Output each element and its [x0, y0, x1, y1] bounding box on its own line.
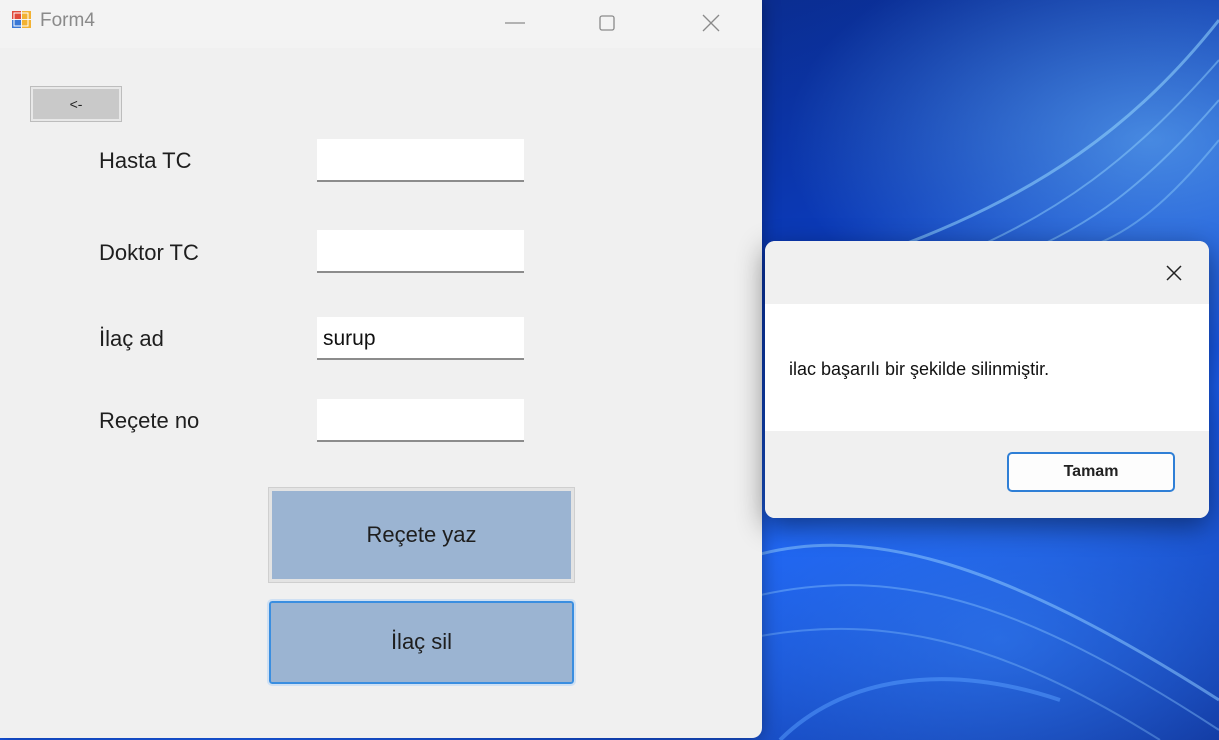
window-title: Form4 [40, 10, 95, 31]
recete-no-label: Reçete no [99, 408, 200, 433]
message-box-header [765, 241, 1209, 304]
back-button[interactable]: <- [30, 86, 122, 122]
ilac-ad-input[interactable]: surup [317, 317, 524, 360]
close-icon[interactable] [696, 8, 726, 38]
form-app-icon [12, 11, 31, 28]
tamam-button[interactable]: Tamam [1007, 452, 1175, 492]
recete-yaz-button[interactable]: Reçete yaz [268, 487, 575, 583]
title-bar[interactable]: Form4 [0, 0, 762, 48]
hasta-tc-label: Hasta TC [99, 148, 192, 173]
maximize-icon[interactable] [592, 8, 622, 38]
minimize-icon[interactable] [500, 8, 530, 38]
doktor-tc-label: Doktor TC [99, 240, 199, 265]
message-box-body: ilac başarılı bir şekilde silinmiştir. [765, 304, 1209, 431]
ilac-sil-button[interactable]: İlaç sil [267, 599, 576, 686]
ilac-ad-label: İlaç ad [99, 326, 164, 351]
recete-no-input[interactable] [317, 399, 524, 442]
message-box-dialog: ilac başarılı bir şekilde silinmiştir. T… [765, 241, 1209, 518]
form4-window: Form4 <- Hasta TC Doktor TC İlaç ad suru… [0, 0, 762, 738]
message-box-footer: Tamam [765, 431, 1209, 518]
close-icon[interactable] [1162, 261, 1186, 285]
hasta-tc-input[interactable] [317, 139, 524, 182]
message-text: ilac başarılı bir şekilde silinmiştir. [789, 359, 1050, 379]
doktor-tc-input[interactable] [317, 230, 524, 273]
